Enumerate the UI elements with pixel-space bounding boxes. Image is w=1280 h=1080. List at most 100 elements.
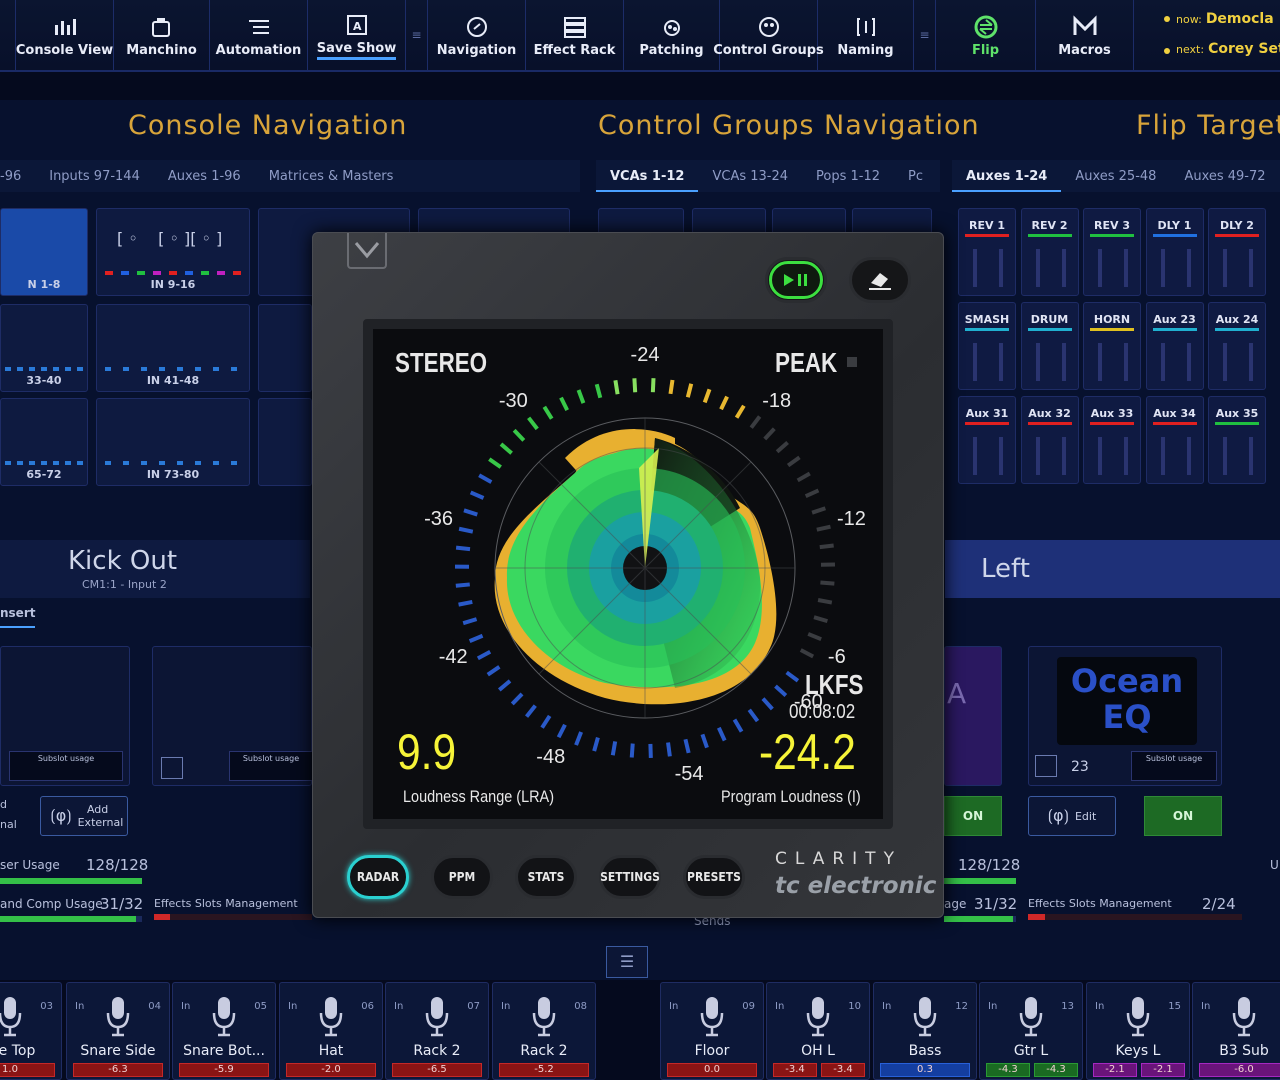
aux-tile-label: Aux 23 <box>1153 313 1196 326</box>
aux-tile[interactable]: DLY 2 <box>1208 208 1266 296</box>
channel-strip[interactable]: In 13 Gtr L -4.3 -4.3 <box>979 982 1083 1080</box>
tab-inputs-96[interactable]: -96 <box>0 169 35 184</box>
reset-button[interactable] <box>849 257 911 303</box>
toolbar-save-show-button[interactable]: A Save Show <box>308 0 406 70</box>
input-bank-tile[interactable] <box>258 398 312 486</box>
channel-strip[interactable]: In 15 Keys L -2.1 -2.1 <box>1086 982 1190 1080</box>
clarity-loudness-plugin: STEREO PEAK -24 -18 -12 -6 -60 -54 -48 -42 -36 -3… <box>312 232 944 918</box>
channel-strip[interactable]: In 04 Snare Side -6.3 <box>66 982 170 1080</box>
aux-tile[interactable]: HORN <box>1083 302 1141 390</box>
tab-vcas-13-24[interactable]: VCAs 13-24 <box>698 169 802 184</box>
play-pause-button[interactable] <box>765 257 827 303</box>
insert-slot[interactable]: Subslot usage <box>152 646 313 786</box>
input-bank-tile[interactable]: IN 41-48 <box>96 304 250 392</box>
channel-strip[interactable]: In 08 Rack 2 -5.2 <box>492 982 596 1080</box>
channel-strip[interactable]: In 10 OH L -3.4 -3.4 <box>766 982 870 1080</box>
channel-strip[interactable]: In 12 Bass 0.3 <box>873 982 977 1080</box>
tab-insert[interactable]: nsert <box>0 606 36 628</box>
aux-tile[interactable]: Aux 31 <box>958 396 1016 484</box>
input-bank-tile[interactable]: IN 73-80 <box>96 398 250 486</box>
toolbar-flip-button[interactable]: Flip <box>936 0 1036 70</box>
aux-color-bar <box>1090 234 1134 237</box>
input-bank-tile[interactable]: [ ◦ [ ◦ ][ ◦ ] IN 9-16 <box>96 208 250 296</box>
aux-tile[interactable]: Aux 23 <box>1145 302 1204 390</box>
on-button[interactable]: ON <box>944 796 1002 836</box>
insert-slot[interactable]: Subslot usage <box>0 646 130 786</box>
aux-tile[interactable]: REV 1 <box>958 208 1016 296</box>
aux-tile[interactable]: Aux 24 <box>1208 302 1266 390</box>
tab-auxes-49-72[interactable]: Auxes 49-72 <box>1170 169 1279 184</box>
insert-slot[interactable]: A <box>944 646 1002 786</box>
tab-inputs-97-144[interactable]: Inputs 97-144 <box>35 169 154 184</box>
input-bank-tile[interactable]: 65-72 <box>0 398 88 486</box>
scale-segment <box>819 543 834 550</box>
channel-strip[interactable]: In 05 Snare Bot... -5.9 <box>172 982 276 1080</box>
aux-tile[interactable]: DRUM <box>1020 302 1079 390</box>
settings-button[interactable]: SETTINGS <box>599 855 661 899</box>
toolbar-automation-button[interactable]: Automation <box>210 0 308 70</box>
on-button[interactable]: ON <box>1144 796 1222 836</box>
input-bank-tile[interactable]: 33-40 <box>0 304 88 392</box>
channel-strip[interactable]: In B3 Sub -6.0 <box>1192 982 1280 1080</box>
tab-auxes-1-24[interactable]: Auxes 1-24 <box>952 169 1062 192</box>
aux-tile[interactable]: REV 2 <box>1020 208 1079 296</box>
channel-strip[interactable]: In 07 Rack 2 -6.5 <box>385 982 489 1080</box>
panel-divider-handle[interactable]: ☰ <box>606 946 648 978</box>
tab-pops-1-12[interactable]: Pops 1-12 <box>802 169 894 184</box>
toolbar-separator[interactable]: ≡ <box>406 0 428 70</box>
scale-segment <box>540 714 552 729</box>
aux-meter <box>1186 437 1191 475</box>
scale-segment <box>668 379 675 395</box>
tab-auxes-25-48[interactable]: Auxes 25-48 <box>1061 169 1170 184</box>
input-bank-tile[interactable]: N 1-8 <box>0 208 88 296</box>
aux-meter <box>973 249 977 287</box>
effects-slots-management-link[interactable]: Effects Slots Management <box>154 897 298 910</box>
channel-strip[interactable]: In 06 Hat -2.0 <box>279 982 383 1080</box>
aux-tile-label: REV 3 <box>1094 219 1130 232</box>
toolbar-manchino-button[interactable]: Manchino <box>114 0 210 70</box>
aux-tile[interactable]: Aux 32 <box>1020 396 1079 484</box>
show-cue-status[interactable]: now: Democla next: Corey Set <box>1158 4 1280 66</box>
usage-label: U <box>1270 858 1279 872</box>
strip-gain-right: -3.4 <box>821 1063 865 1077</box>
mode-label[interactable]: PEAK <box>775 347 837 379</box>
aux-tile[interactable]: DLY 1 <box>1145 208 1204 296</box>
tab-vcas-1-12[interactable]: VCAs 1-12 <box>596 169 699 192</box>
toolbar-macros-button[interactable]: Macros <box>1036 0 1134 70</box>
toolbar-patching-button[interactable]: Patching <box>624 0 720 70</box>
scale-label: -48 <box>536 745 566 768</box>
aux-tile[interactable]: Aux 34 <box>1145 396 1204 484</box>
toolbar-view-button[interactable]: w <box>0 0 16 70</box>
channel-strip[interactable]: In 09 Floor 0.0 <box>660 982 764 1080</box>
stats-button[interactable]: STATS <box>515 855 577 899</box>
scale-label: -6 <box>827 646 846 669</box>
tab-auxes-1-96[interactable]: Auxes 1-96 <box>154 169 255 184</box>
aux-tile[interactable]: Aux 33 <box>1083 396 1141 484</box>
toolbar-control-groups-button[interactable]: Control Groups <box>713 0 824 70</box>
strip-in-label: In <box>288 1001 298 1012</box>
toolbar-naming-button[interactable]: Naming <box>818 0 914 70</box>
add-external-button[interactable]: ⟮φ⟯ Add External <box>40 796 128 836</box>
microphone-icon <box>106 997 130 1037</box>
strip-in-label: In <box>988 1001 998 1012</box>
toolbar-navigation-button[interactable]: Navigation <box>428 0 526 70</box>
microphone-icon <box>806 997 830 1037</box>
toolbar-console-view-button[interactable]: Console View <box>16 0 114 70</box>
toolbar-effect-rack-button[interactable]: Effect Rack <box>526 0 624 70</box>
tab-matrices-masters[interactable]: Matrices & Masters <box>255 169 408 184</box>
ppm-button[interactable]: PPM <box>431 855 493 899</box>
aux-tile[interactable]: SMASH <box>958 302 1016 390</box>
input-bank-tile[interactable] <box>258 304 312 392</box>
radar-button[interactable]: RADAR <box>347 855 409 899</box>
ocean-eq-slot[interactable]: Ocean EQ 23 Subslot usage <box>1028 646 1222 786</box>
effects-slots-management-link[interactable]: Effects Slots Management <box>1028 897 1172 910</box>
toolbar-separator[interactable]: ≡ <box>914 0 936 70</box>
channel-strip[interactable]: 03 are Top 1.0 <box>0 982 62 1080</box>
tab-pc[interactable]: Pc <box>894 169 937 184</box>
aux-tile[interactable]: REV 3 <box>1083 208 1141 296</box>
aux-meter <box>1098 249 1102 287</box>
edit-button[interactable]: ⟮φ⟯ Edit <box>1028 796 1116 836</box>
presets-button[interactable]: PRESETS <box>683 855 745 899</box>
collapse-button[interactable] <box>347 233 387 269</box>
aux-tile[interactable]: Aux 35 <box>1208 396 1266 484</box>
